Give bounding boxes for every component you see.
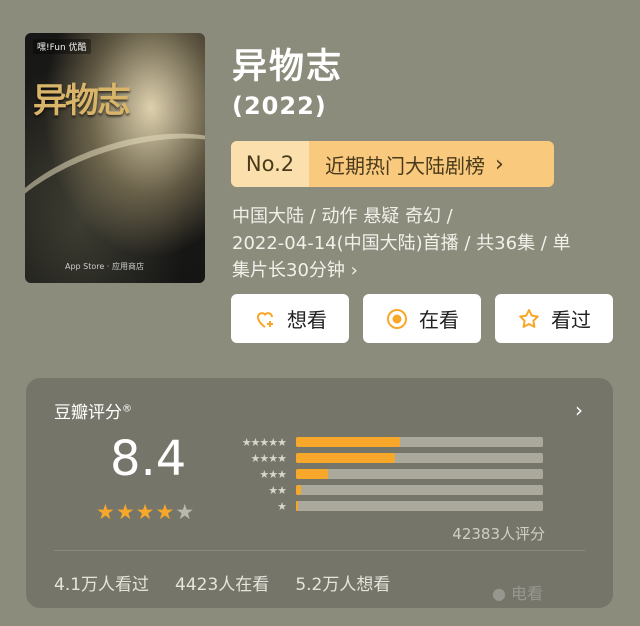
rating-bar-fill	[296, 469, 329, 479]
rating-bar-fill	[296, 453, 395, 463]
poster-title-art: 异物志	[33, 81, 131, 121]
target-icon	[387, 308, 407, 329]
star-filled-icon: ★	[135, 500, 156, 524]
rating-row-stars: ★★★★★	[241, 435, 287, 449]
rating-header: 豆瓣评分®	[54, 398, 132, 423]
rating-row-stars: ★★	[268, 483, 287, 497]
chevron-right-icon: ›	[495, 151, 504, 177]
rating-row-stars: ★★★★	[250, 451, 287, 465]
rating-row: ★	[222, 498, 543, 514]
watermark: ● 电看	[491, 584, 543, 603]
ranking-badge[interactable]: No.2 近期热门大陆剧榜 ›	[231, 141, 554, 187]
rating-bar	[296, 453, 543, 463]
poster-image[interactable]: 嘿!Fun 优酷 异物志 App Store · 应用商店	[25, 33, 205, 283]
rating-bar	[296, 469, 543, 479]
release-year: (2022)	[232, 92, 327, 120]
rating-bar	[296, 501, 543, 511]
star-filled-icon: ★	[115, 500, 136, 524]
rank-number: No.2	[231, 141, 309, 187]
watching-label: 在看	[419, 308, 459, 332]
rating-row-stars: ★★★	[259, 467, 287, 481]
star-icon	[519, 308, 539, 328]
rating-row: ★★	[222, 482, 543, 498]
page-title: 异物志	[232, 47, 344, 87]
divider	[54, 550, 585, 551]
want-label: 想看	[287, 308, 327, 332]
meta-line: 中国大陆 / 动作 悬疑 奇幻 /	[232, 206, 453, 227]
meta-line: 2022-04-14(中国大陆)首播 / 共36集 / 单	[232, 233, 571, 254]
poster-art	[25, 103, 205, 283]
rating-distribution: ★★★★★ ★★★★ ★★★ ★★ ★	[222, 434, 543, 514]
action-bar: 想看 在看 看过	[231, 294, 613, 343]
rating-bar-fill	[296, 437, 400, 447]
heart-plus-icon	[256, 311, 273, 328]
star-empty-icon: ★	[175, 500, 196, 524]
star-filled-icon: ★	[96, 500, 116, 524]
rating-bar	[296, 485, 543, 495]
watching-button[interactable]: 在看	[363, 294, 481, 343]
rating-stars: ★★★★★	[96, 500, 195, 524]
chevron-right-icon[interactable]: ›	[575, 398, 583, 422]
registered-mark: ®	[122, 403, 132, 415]
watched-button[interactable]: 看过	[495, 294, 613, 343]
rating-row: ★★★★	[222, 450, 543, 466]
audience-stats: 4.1万人看过 4423人在看 5.2万人想看	[54, 570, 390, 595]
meta-line: 集片长30分钟 ›	[232, 260, 358, 281]
movie-meta[interactable]: 中国大陆 / 动作 悬疑 奇幻 / 2022-04-14(中国大陆)首播 / 共…	[232, 203, 612, 284]
poster-brand: 嘿!Fun 优酷	[33, 39, 91, 54]
watched-label: 看过	[551, 308, 591, 332]
rating-row-stars: ★	[277, 499, 287, 513]
rating-score: 8.4	[110, 431, 187, 487]
rating-row: ★★★	[222, 466, 543, 482]
want-to-watch-button[interactable]: 想看	[231, 294, 349, 343]
rank-label-text: 近期热门大陆剧榜	[325, 153, 485, 178]
watching-count[interactable]: 4423人在看	[175, 570, 269, 595]
rating-header-text: 豆瓣评分	[54, 403, 122, 423]
rank-list-label: 近期热门大陆剧榜 ›	[309, 141, 554, 187]
rating-card[interactable]: 豆瓣评分® › 8.4 ★★★★★ ★★★★★ ★★★★ ★★★ ★★ ★ 42383人…	[26, 378, 613, 608]
rating-bar-fill	[296, 485, 301, 495]
rating-count: 42383人评分	[452, 525, 545, 543]
watched-count[interactable]: 4.1万人看过	[54, 570, 149, 595]
poster-stores: App Store · 应用商店	[65, 262, 144, 271]
star-filled-icon: ★	[155, 500, 176, 524]
want-count[interactable]: 5.2万人想看	[295, 570, 390, 595]
rating-row: ★★★★★	[222, 434, 543, 450]
rating-bar	[296, 437, 543, 447]
rating-bar-fill	[296, 501, 299, 511]
